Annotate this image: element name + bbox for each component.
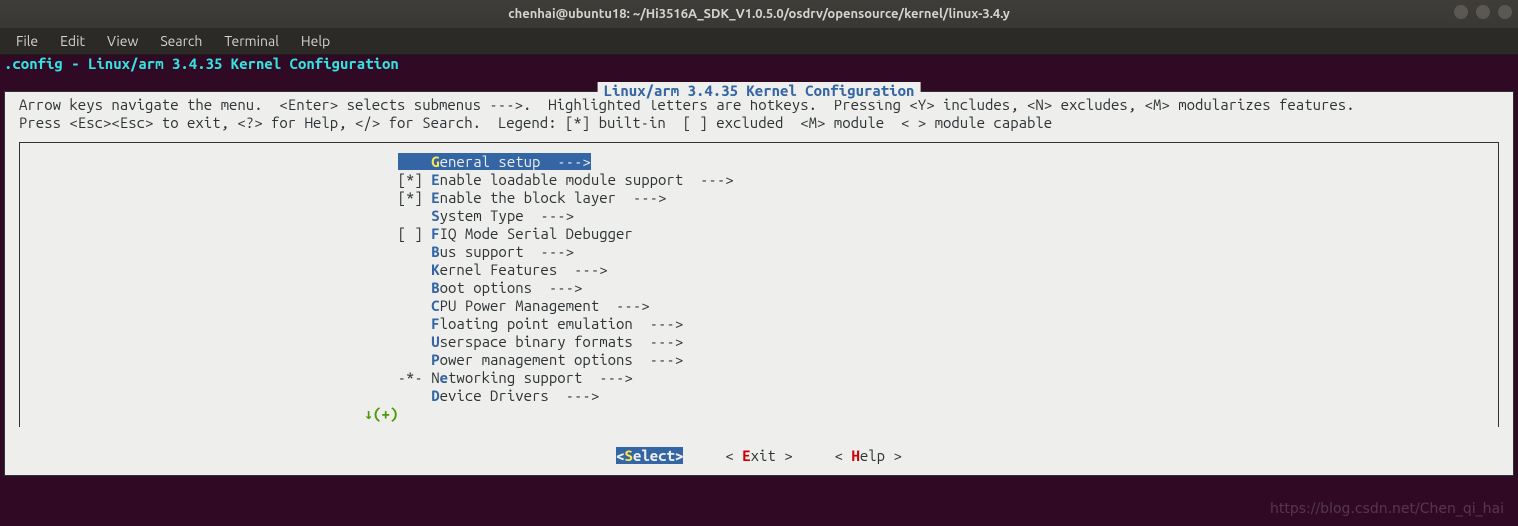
menu-item-prefix: -*- bbox=[398, 369, 432, 386]
frame-title: Linux/arm 3.4.35 Kernel Configuration bbox=[598, 82, 921, 100]
menuconfig-frame: Linux/arm 3.4.35 Kernel Configuration Ar… bbox=[4, 91, 1514, 476]
terminal-area[interactable]: .config - Linux/arm 3.4.35 Kernel Config… bbox=[0, 55, 1518, 476]
menu-item-hotkey: C bbox=[431, 297, 439, 314]
menu-item-prefix bbox=[398, 315, 432, 332]
maximize-icon[interactable] bbox=[1476, 5, 1490, 19]
menu-item-label: loating point emulation ---> bbox=[440, 315, 684, 332]
menu-file[interactable]: File bbox=[6, 31, 48, 51]
menu-item-hotkey: S bbox=[431, 207, 439, 224]
button-hotkey: E bbox=[742, 447, 750, 464]
menu-item-hotkey: D bbox=[431, 387, 439, 404]
menu-item-label: PU Power Management ---> bbox=[440, 297, 650, 314]
menu-item-hotkey: B bbox=[431, 243, 439, 260]
menu-edit[interactable]: Edit bbox=[50, 31, 95, 51]
app-menubar: File Edit View Search Terminal Help bbox=[0, 28, 1518, 55]
menu-item[interactable]: [ ] FIQ Mode Serial Debugger bbox=[28, 225, 1490, 243]
window-title: chenhai@ubuntu18: ~/Hi3516A_SDK_V1.0.5.0… bbox=[508, 7, 1010, 21]
menu-item-prefix bbox=[398, 243, 432, 260]
menu-item-prefix bbox=[398, 207, 432, 224]
menu-item-prefix: [ ] bbox=[398, 225, 432, 242]
outer-border: Linux/arm 3.4.35 Kernel Configuration Ar… bbox=[4, 91, 1514, 476]
arrow-down-icon: ↓ bbox=[364, 405, 373, 422]
menu-item-prefix bbox=[398, 297, 432, 314]
menu-item[interactable]: Boot options ---> bbox=[28, 279, 1490, 297]
window-titlebar: chenhai@ubuntu18: ~/Hi3516A_SDK_V1.0.5.0… bbox=[0, 0, 1518, 28]
menu-item[interactable]: [*] Enable the block layer ---> bbox=[28, 189, 1490, 207]
menu-item-label: IQ Mode Serial Debugger bbox=[440, 225, 633, 242]
menu-item[interactable]: Floating point emulation ---> bbox=[28, 315, 1490, 333]
menu-item[interactable]: Device Drivers ---> bbox=[28, 387, 1490, 405]
select-button[interactable]: <Select> bbox=[616, 447, 683, 464]
menu-item-prefix: [*] bbox=[398, 171, 432, 188]
menu-item-label: nable the block layer ---> bbox=[440, 189, 667, 206]
window-controls bbox=[1454, 5, 1512, 19]
menu-list: General setup ---> [*] Enable loadable m… bbox=[19, 142, 1499, 427]
help-text-2: Press <Esc><Esc> to exit, <?> for Help, … bbox=[19, 114, 1499, 132]
menu-item-hotkey: F bbox=[431, 225, 439, 242]
menu-item-prefix bbox=[398, 333, 432, 350]
menu-item[interactable]: Kernel Features ---> bbox=[28, 261, 1490, 279]
close-icon[interactable] bbox=[1498, 5, 1512, 19]
watermark: https://blog.csdn.net/Chen_qi_hai bbox=[1270, 501, 1504, 517]
menu-item[interactable]: Power management options ---> bbox=[28, 351, 1490, 369]
menu-item[interactable]: [*] Enable loadable module support ---> bbox=[28, 171, 1490, 189]
menu-item-label: tworking support ---> bbox=[448, 369, 633, 386]
help-button[interactable]: < Help > bbox=[835, 447, 902, 464]
minimize-icon[interactable] bbox=[1454, 5, 1468, 19]
menu-item-label: ower management options ---> bbox=[440, 351, 684, 368]
button-hotkey: H bbox=[851, 447, 859, 464]
menu-item-hotkey: B bbox=[431, 279, 439, 296]
menu-item-hotkey: K bbox=[431, 261, 439, 278]
menu-item-label: oot options ---> bbox=[440, 279, 583, 296]
menu-item-hotkey: e bbox=[440, 369, 448, 386]
button-row: <Select> < Exit > < Help > bbox=[19, 427, 1499, 469]
menu-item-hotkey: P bbox=[431, 351, 439, 368]
config-header: .config - Linux/arm 3.4.35 Kernel Config… bbox=[0, 55, 1518, 73]
menu-terminal[interactable]: Terminal bbox=[214, 31, 289, 51]
menu-item[interactable]: Bus support ---> bbox=[28, 243, 1490, 261]
menu-item-label: ernel Features ---> bbox=[440, 261, 608, 278]
menu-item-hotkey: F bbox=[431, 315, 439, 332]
menu-view[interactable]: View bbox=[97, 31, 148, 51]
menu-item-label: us support ---> bbox=[440, 243, 574, 260]
menu-item-hotkey: E bbox=[431, 171, 439, 188]
menu-item[interactable]: CPU Power Management ---> bbox=[28, 297, 1490, 315]
menu-item-prefix bbox=[398, 279, 432, 296]
button-hotkey: S bbox=[625, 447, 633, 464]
menu-item[interactable]: System Type ---> bbox=[28, 207, 1490, 225]
menu-item-prefix bbox=[398, 153, 432, 170]
menu-item-label: serspace binary formats ---> bbox=[440, 333, 684, 350]
menu-item-label: nable loadable module support ---> bbox=[440, 171, 734, 188]
menu-item[interactable]: -*- Networking support ---> bbox=[28, 369, 1490, 387]
exit-button[interactable]: < Exit > bbox=[725, 447, 792, 464]
menu-item-label: ystem Type ---> bbox=[440, 207, 574, 224]
menu-item[interactable]: General setup ---> bbox=[28, 153, 1490, 171]
menu-item[interactable]: Userspace binary formats ---> bbox=[28, 333, 1490, 351]
menu-item-prefix bbox=[398, 387, 432, 404]
menu-item-hotkey: U bbox=[431, 333, 439, 350]
menu-item-hotkey: E bbox=[431, 189, 439, 206]
menu-item-prefix bbox=[398, 261, 432, 278]
menu-item-prefix: [*] bbox=[398, 189, 432, 206]
menu-item-prefix bbox=[398, 351, 432, 368]
menu-help[interactable]: Help bbox=[291, 31, 340, 51]
menu-search[interactable]: Search bbox=[150, 31, 212, 51]
menu-item-label: evice Drivers ---> bbox=[440, 387, 600, 404]
scroll-indicator: ↓(+) bbox=[28, 405, 1490, 423]
menu-item-hotkey: G bbox=[431, 153, 439, 170]
menu-item-label: eneral setup ---> bbox=[440, 153, 591, 170]
